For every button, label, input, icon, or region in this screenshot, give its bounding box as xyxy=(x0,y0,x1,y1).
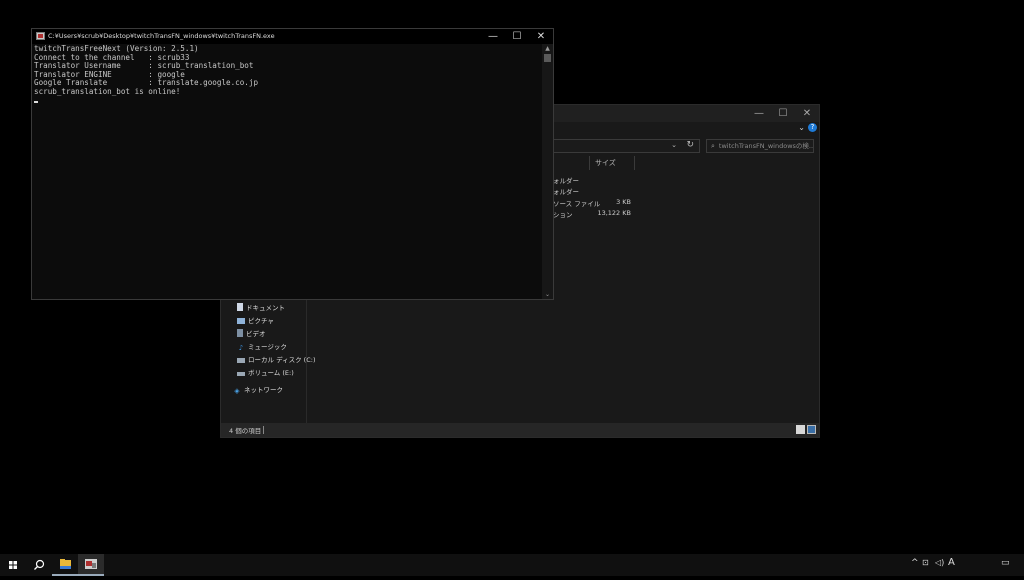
nav-item-label: ミュージック xyxy=(248,343,287,351)
console-app-icon[interactable] xyxy=(36,32,45,40)
volume-icon xyxy=(237,372,245,376)
nav-item-videos[interactable]: ビデオ xyxy=(237,328,266,340)
address-dropdown-icon[interactable]: ⌄ xyxy=(671,141,677,149)
start-button[interactable] xyxy=(0,554,26,576)
help-icon[interactable]: ? xyxy=(808,123,817,132)
nav-item-music[interactable]: ♪ ミュージック xyxy=(237,341,287,353)
console-line: scrub_translation_bot is online! xyxy=(34,86,181,96)
nav-item-label: ピクチャ xyxy=(248,317,274,325)
search-icon xyxy=(34,559,45,570)
scroll-thumb[interactable] xyxy=(544,54,551,62)
file-type: ォルダー xyxy=(553,188,579,196)
network-icon: ◈ xyxy=(234,387,240,395)
file-explorer-taskbar-button[interactable] xyxy=(52,554,78,576)
scroll-down-icon[interactable]: ⌄ xyxy=(542,291,553,298)
nav-item-local-disk[interactable]: ローカル ディスク (C:) xyxy=(237,354,315,366)
ime-mode-indicator[interactable]: A xyxy=(948,557,955,568)
file-type: ソース ファイル xyxy=(553,200,601,208)
expand-ribbon-icon[interactable]: ⌄ xyxy=(798,123,805,132)
documents-icon xyxy=(237,303,243,311)
search-placeholder: twitchTransFN_windowsの検... xyxy=(718,142,814,150)
nav-item-label: ドキュメント xyxy=(246,304,285,312)
file-type: ション xyxy=(553,211,573,219)
console-app-icon xyxy=(85,559,97,569)
search-icon: ⌕ xyxy=(711,142,715,150)
show-hidden-icons-button[interactable]: ^ xyxy=(911,558,919,568)
file-row[interactable]: ソース ファイル 3 KB xyxy=(553,197,821,208)
action-center-icon[interactable]: ▭ xyxy=(1001,558,1010,568)
file-row[interactable]: ォルダー xyxy=(553,174,821,185)
pictures-icon xyxy=(237,318,245,324)
console-titlebar[interactable]: C:¥Users¥scrub¥Desktop¥twitchTransFN_win… xyxy=(32,29,553,44)
nav-item-label: ボリューム (E:) xyxy=(248,369,294,377)
large-icons-view-button[interactable] xyxy=(807,425,816,434)
explorer-maximize-button[interactable]: ☐ xyxy=(771,106,795,121)
nav-item-documents[interactable]: ドキュメント xyxy=(237,302,285,314)
address-bar[interactable]: ⌄ ↻ xyxy=(553,139,700,153)
taskbar: ^ ⊡ ◁) A ▭ xyxy=(0,554,1024,576)
file-list-header: サイズ xyxy=(553,156,821,170)
local-disk-icon xyxy=(237,358,245,363)
explorer-statusbar: 4 個の項目 xyxy=(221,423,819,437)
item-count: 4 個の項目 xyxy=(229,427,262,435)
status-separator xyxy=(263,426,264,434)
column-separator[interactable] xyxy=(634,156,635,170)
console-close-button[interactable]: ✕ xyxy=(529,29,553,44)
explorer-minimize-button[interactable]: — xyxy=(747,106,771,121)
music-icon: ♪ xyxy=(238,344,244,352)
nav-item-label: ネットワーク xyxy=(244,386,283,394)
details-view-button[interactable] xyxy=(796,425,805,434)
console-taskbar-button[interactable] xyxy=(78,554,104,576)
file-size: 13,122 KB xyxy=(597,209,631,217)
videos-icon xyxy=(237,329,243,337)
text-cursor xyxy=(34,101,38,103)
nav-item-network[interactable]: ◈ ネットワーク xyxy=(233,384,283,396)
volume-icon[interactable]: ◁) xyxy=(935,558,944,567)
column-separator[interactable] xyxy=(589,156,590,170)
scroll-up-icon[interactable]: ▲ xyxy=(542,45,553,52)
nav-item-pictures[interactable]: ピクチャ xyxy=(237,315,274,327)
search-button[interactable] xyxy=(26,554,52,576)
refresh-icon[interactable]: ↻ xyxy=(686,140,694,150)
console-title: C:¥Users¥scrub¥Desktop¥twitchTransFN_win… xyxy=(48,32,275,40)
folder-icon xyxy=(60,559,71,569)
console-maximize-button[interactable]: ☐ xyxy=(505,29,529,44)
console-minimize-button[interactable]: — xyxy=(481,29,505,44)
search-box[interactable]: ⌕ twitchTransFN_windowsの検... xyxy=(706,139,814,153)
explorer-close-button[interactable]: ✕ xyxy=(795,106,819,121)
console-output[interactable]: twitchTransFreeNext (Version: 2.5.1) Con… xyxy=(34,44,542,295)
nav-item-label: ビデオ xyxy=(246,330,266,338)
file-row[interactable]: ォルダー xyxy=(553,185,821,196)
nav-item-label: ローカル ディスク (C:) xyxy=(248,356,316,364)
console-window[interactable]: C:¥Users¥scrub¥Desktop¥twitchTransFN_win… xyxy=(31,28,554,300)
file-type: ォルダー xyxy=(553,177,579,185)
nav-item-volume[interactable]: ボリューム (E:) xyxy=(237,367,294,379)
network-icon[interactable]: ⊡ xyxy=(922,558,929,567)
file-size: 3 KB xyxy=(616,198,631,206)
console-scrollbar[interactable]: ▲ ⌄ xyxy=(542,44,553,299)
windows-logo-icon xyxy=(9,561,17,569)
column-header-size[interactable]: サイズ xyxy=(595,158,616,168)
file-row[interactable]: ション 13,122 KB xyxy=(553,208,821,219)
